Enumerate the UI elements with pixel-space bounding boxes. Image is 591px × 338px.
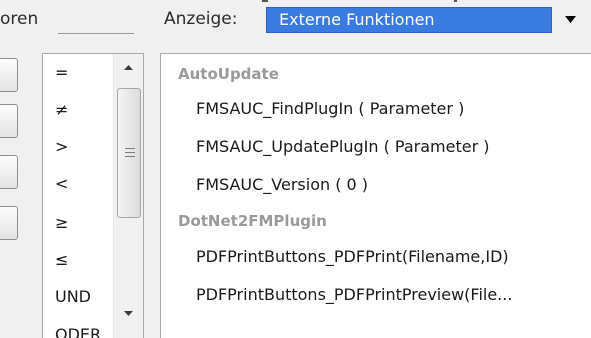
scroll-thumb[interactable] (117, 88, 141, 218)
side-button[interactable] (0, 155, 18, 189)
operator-item[interactable]: ≤ (43, 242, 111, 278)
operator-item[interactable]: UND (43, 279, 111, 315)
top-edge-artifact (454, 0, 457, 2)
grip-icon (125, 148, 135, 157)
header-divider (58, 33, 134, 34)
chevron-down-icon (565, 16, 576, 23)
scroll-up-button[interactable] (114, 54, 143, 82)
functions-list[interactable]: AutoUpdate FMSAUC_FindPlugIn ( Parameter… (160, 53, 591, 338)
top-edge-artifact (262, 0, 268, 2)
scroll-down-button[interactable] (114, 300, 143, 328)
function-item[interactable]: PDFPrintButtons_PDFPrintPreview(File... (196, 285, 512, 304)
operator-item[interactable]: < (43, 166, 111, 202)
operator-item[interactable]: = (43, 55, 111, 91)
operators-scrollbar[interactable] (113, 54, 143, 338)
function-group-header: AutoUpdate (178, 65, 279, 83)
operator-item[interactable]: ≥ (43, 205, 111, 241)
operator-item[interactable]: ≠ (43, 92, 111, 128)
dropdown-arrow-button[interactable] (556, 7, 584, 33)
function-item[interactable]: FMSAUC_Version ( 0 ) (196, 175, 368, 194)
operator-item[interactable]: > (43, 129, 111, 165)
anzeige-label: Anzeige: (164, 9, 238, 29)
arrow-up-icon (124, 65, 133, 70)
arrow-down-icon (124, 311, 133, 316)
function-item[interactable]: FMSAUC_UpdatePlugIn ( Parameter ) (196, 137, 489, 156)
operators-list[interactable]: = ≠ > < ≥ ≤ UND ODER (42, 53, 144, 338)
side-button[interactable] (0, 104, 18, 138)
operators-header-label: oren (0, 9, 39, 29)
operator-item[interactable]: ODER (43, 317, 111, 338)
function-group-header: DotNet2FMPlugin (178, 212, 327, 230)
anzeige-dropdown[interactable]: Externe Funktionen (266, 7, 584, 33)
anzeige-selected-value: Externe Funktionen (266, 7, 552, 33)
function-item[interactable]: PDFPrintButtons_PDFPrint(Filename,ID) (196, 247, 509, 266)
side-button[interactable] (0, 206, 18, 240)
function-item[interactable]: FMSAUC_FindPlugIn ( Parameter ) (196, 99, 464, 118)
side-button[interactable] (0, 58, 18, 92)
